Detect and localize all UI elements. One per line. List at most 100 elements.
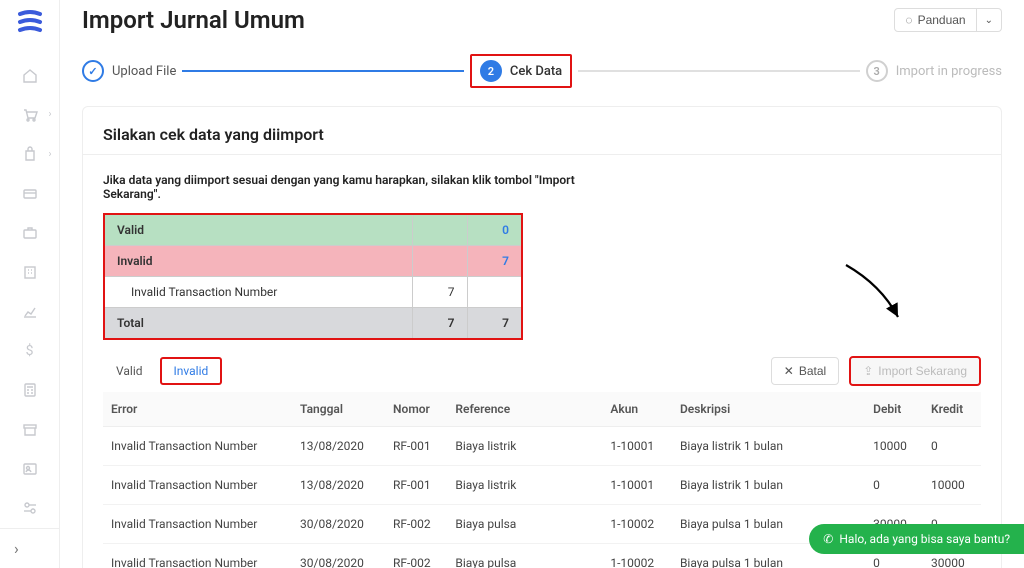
close-icon: ✕: [784, 364, 794, 378]
col-deskripsi: Deskripsi: [672, 392, 865, 427]
panduan-label: Panduan: [918, 13, 966, 27]
summary-invalid-row: Invalid 7: [104, 246, 522, 277]
col-kredit: Kredit: [923, 392, 981, 427]
validity-tabs: Valid Invalid: [103, 357, 222, 385]
chart-icon[interactable]: [18, 302, 42, 321]
cell-akun: 1-10002: [602, 544, 672, 568]
cell-kredit: 0: [923, 427, 981, 466]
table-header-row: Error Tanggal Nomor Reference Akun Deskr…: [103, 392, 981, 427]
summary-table: Valid 0 Invalid 7 Invalid Transaction Nu…: [103, 213, 523, 340]
bag-icon[interactable]: [18, 145, 42, 164]
cell-nomor: RF-001: [385, 466, 447, 505]
cell-tanggal: 30/08/2020: [292, 544, 385, 568]
card-notice: Jika data yang diimport sesuai dengan ya…: [103, 173, 583, 201]
calculator-icon[interactable]: [18, 381, 42, 400]
cell-reference: Biaya pulsa: [447, 544, 602, 568]
step-label: Cek Data: [510, 64, 562, 79]
col-debit: Debit: [865, 392, 923, 427]
cell-akun: 1-10001: [602, 466, 672, 505]
settings-icon[interactable]: [18, 499, 42, 518]
panduan-button-group: ◌ Panduan ⌄: [894, 8, 1002, 32]
cell-deskripsi: Biaya listrik 1 bulan: [672, 466, 865, 505]
chevron-down-icon: ⌄: [985, 15, 993, 26]
cell-error: Invalid Transaction Number: [103, 427, 292, 466]
tab-invalid[interactable]: Invalid: [160, 357, 223, 385]
step-line: [182, 70, 464, 72]
col-reference: Reference: [447, 392, 602, 427]
step-cek-data[interactable]: 2 Cek Data: [480, 60, 562, 82]
cell-reference: Biaya pulsa: [447, 505, 602, 544]
building-icon[interactable]: [18, 263, 42, 282]
summary-count: 7: [467, 246, 522, 277]
summary-invalid-reason-row: Invalid Transaction Number 7: [104, 277, 522, 308]
summary-count: 0: [467, 214, 522, 246]
cell-nomor: RF-002: [385, 505, 447, 544]
cancel-button[interactable]: ✕ Batal: [771, 357, 839, 385]
col-tanggal: Tanggal: [292, 392, 385, 427]
step-import-progress: 3 Import in progress: [866, 60, 1002, 82]
step-upload[interactable]: ✓ Upload File: [82, 60, 176, 82]
summary-count: 7: [412, 308, 467, 340]
page-title: Import Jurnal Umum: [82, 6, 305, 34]
home-icon[interactable]: [18, 66, 42, 85]
cell-debit: 0: [865, 466, 923, 505]
chevron-right-icon: ›: [14, 539, 19, 558]
help-circle-icon: ◌: [905, 13, 912, 27]
cell-error: Invalid Transaction Number: [103, 505, 292, 544]
table-row: Invalid Transaction Number13/08/2020RF-0…: [103, 427, 981, 466]
cell-error: Invalid Transaction Number: [103, 544, 292, 568]
sidebar-expand[interactable]: ›: [0, 528, 59, 568]
summary-label: Valid: [104, 214, 412, 246]
cell-akun: 1-10002: [602, 505, 672, 544]
help-chat-widget[interactable]: ✆ Halo, ada yang bisa saya bantu?: [809, 524, 1024, 554]
panduan-button[interactable]: ◌ Panduan: [894, 8, 976, 32]
cell-kredit: 10000: [923, 466, 981, 505]
import-icon: ⇪: [863, 364, 873, 378]
briefcase-icon[interactable]: [18, 223, 42, 242]
col-nomor: Nomor: [385, 392, 447, 427]
step-number: 2: [480, 60, 502, 82]
step-line: [578, 70, 860, 72]
cell-reference: Biaya listrik: [447, 427, 602, 466]
divider: [83, 154, 1001, 155]
check-icon: ✓: [82, 60, 104, 82]
summary-count: 7: [467, 308, 522, 340]
cell-deskripsi: Biaya listrik 1 bulan: [672, 427, 865, 466]
contact-icon[interactable]: [18, 459, 42, 478]
check-data-card: Silakan cek data yang diimport Jika data…: [82, 106, 1002, 568]
col-error: Error: [103, 392, 292, 427]
summary-label: Invalid Transaction Number: [104, 277, 412, 308]
cell-error: Invalid Transaction Number: [103, 466, 292, 505]
card-icon[interactable]: [18, 184, 42, 203]
import-label: Import Sekarang: [878, 364, 967, 378]
cell-akun: 1-10001: [602, 427, 672, 466]
import-now-button[interactable]: ⇪ Import Sekarang: [849, 356, 981, 386]
app-logo[interactable]: [14, 8, 46, 36]
stepper: ✓ Upload File 2 Cek Data 3 Import in pro…: [82, 54, 1002, 88]
main-content: Import Jurnal Umum ◌ Panduan ⌄ ✓ Upload …: [60, 0, 1024, 568]
archive-icon[interactable]: [18, 420, 42, 439]
cell-reference: Biaya listrik: [447, 466, 602, 505]
summary-label: Total: [104, 308, 412, 340]
sidebar: $ ›: [0, 0, 60, 568]
cell-tanggal: 13/08/2020: [292, 427, 385, 466]
cell-tanggal: 30/08/2020: [292, 505, 385, 544]
cell-nomor: RF-001: [385, 427, 447, 466]
cancel-label: Batal: [799, 364, 826, 378]
step-number: 3: [866, 60, 888, 82]
dollar-icon[interactable]: $: [18, 341, 42, 360]
cell-nomor: RF-002: [385, 544, 447, 568]
panduan-dropdown[interactable]: ⌄: [977, 8, 1002, 32]
col-akun: Akun: [602, 392, 672, 427]
whatsapp-icon: ✆: [823, 532, 833, 546]
card-title: Silakan cek data yang diimport: [103, 125, 981, 144]
summary-total-row: Total 7 7: [104, 308, 522, 340]
summary-valid-row: Valid 0: [104, 214, 522, 246]
tab-valid[interactable]: Valid: [103, 358, 156, 384]
cart-icon[interactable]: [18, 105, 42, 124]
cell-debit: 10000: [865, 427, 923, 466]
step-cek-data-highlight: 2 Cek Data: [470, 54, 572, 88]
step-label: Upload File: [112, 64, 176, 79]
summary-label: Invalid: [104, 246, 412, 277]
cell-tanggal: 13/08/2020: [292, 466, 385, 505]
